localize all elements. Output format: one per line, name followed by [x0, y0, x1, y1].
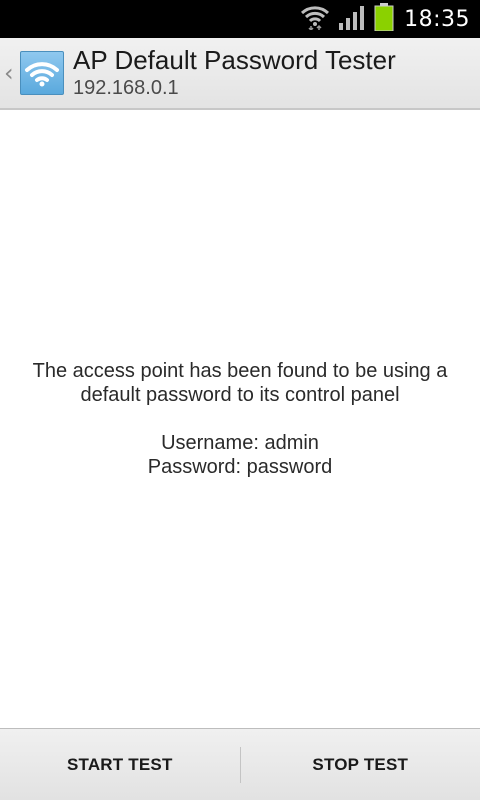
result-panel: The access point has been found to be us… — [0, 110, 480, 728]
result-message: The access point has been found to be us… — [32, 360, 448, 406]
battery-icon — [374, 2, 394, 36]
button-bar: START TEST STOP TEST — [0, 728, 480, 800]
wifi-icon — [300, 4, 330, 35]
credentials-block: Username: admin Password: password — [148, 431, 333, 479]
clock: 18:35 — [404, 6, 470, 32]
status-bar: 18:35 — [0, 0, 480, 38]
action-bar: ‹ AP Default Password Tester 192.168.0.1 — [0, 38, 480, 110]
title-block: AP Default Password Tester 192.168.0.1 — [73, 45, 396, 101]
username-text: Username: admin — [161, 432, 319, 454]
app-icon[interactable] — [20, 51, 64, 95]
wifi-icon — [25, 62, 59, 87]
start-test-button[interactable]: START TEST — [0, 729, 240, 800]
stop-test-button[interactable]: STOP TEST — [241, 729, 480, 800]
password-text: Password: password — [147, 456, 333, 478]
signal-icon — [338, 4, 366, 35]
up-caret-icon[interactable]: ‹ — [4, 61, 18, 85]
app-title: AP Default Password Tester — [73, 45, 396, 75]
ap-address: 192.168.0.1 — [73, 77, 179, 99]
